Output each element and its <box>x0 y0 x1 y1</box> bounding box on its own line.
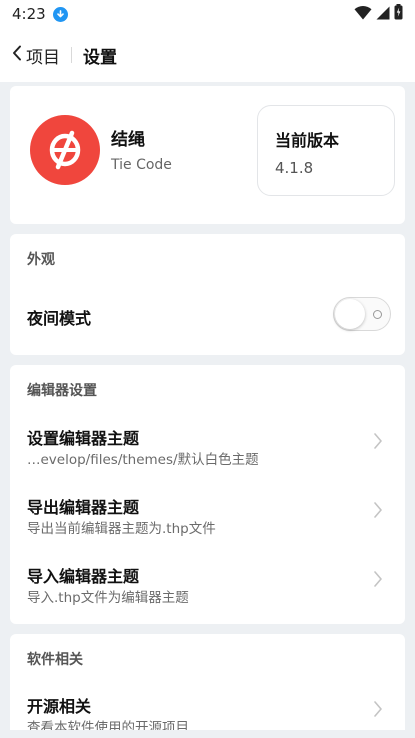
version-box[interactable]: 当前版本 4.1.8 <box>257 105 395 196</box>
version-value: 4.1.8 <box>275 159 314 177</box>
toggle-off-icon <box>373 310 382 319</box>
chevron-right-icon <box>373 570 383 592</box>
section-title-software: 软件相关 <box>27 652 83 668</box>
bottom-edge <box>0 730 415 738</box>
app-bar: 项目 设置 <box>0 28 415 82</box>
app-logo <box>30 115 100 185</box>
app-subtitle: Tie Code <box>111 157 172 173</box>
back-button[interactable]: 项目 <box>12 43 60 68</box>
title-divider <box>71 47 72 63</box>
about-card: 结绳 Tie Code 当前版本 4.1.8 <box>10 86 405 224</box>
section-title-appearance: 外观 <box>27 252 55 268</box>
section-title-editor: 编辑器设置 <box>27 383 97 399</box>
chevron-right-icon <box>373 501 383 523</box>
night-mode-label: 夜间模式 <box>27 309 92 328</box>
editor-settings-card: 编辑器设置 设置编辑器主题 …evelop/files/themes/默认白色主… <box>10 365 405 624</box>
list-item-title: 开源相关 <box>27 697 92 716</box>
list-item-title: 导入编辑器主题 <box>27 567 140 586</box>
appearance-card: 外观 夜间模式 <box>10 234 405 355</box>
status-icons <box>354 4 403 24</box>
list-item-subtitle: 导出当前编辑器主题为.thp文件 <box>27 521 216 537</box>
list-item-subtitle: …evelop/files/themes/默认白色主题 <box>27 452 259 468</box>
status-bar: 4:23 <box>0 0 415 28</box>
list-item-set-editor-theme[interactable]: 设置编辑器主题 …evelop/files/themes/默认白色主题 <box>10 425 405 489</box>
version-label: 当前版本 <box>275 131 340 150</box>
page-title: 设置 <box>83 47 117 68</box>
app-name: 结绳 <box>111 130 145 150</box>
list-item-export-editor-theme[interactable]: 导出编辑器主题 导出当前编辑器主题为.thp文件 <box>10 494 405 558</box>
chevron-left-icon <box>12 45 22 65</box>
chevron-right-icon <box>373 700 383 722</box>
download-notification-icon <box>52 6 68 22</box>
list-item-import-editor-theme[interactable]: 导入编辑器主题 导入.thp文件为编辑器主题 <box>10 563 405 627</box>
software-card: 软件相关 开源相关 查看本软件使用的开源项目 <box>10 634 405 738</box>
night-mode-toggle[interactable] <box>333 297 391 331</box>
battery-icon <box>394 4 403 24</box>
list-item-title: 设置编辑器主题 <box>27 429 140 448</box>
chevron-right-icon <box>373 432 383 454</box>
wifi-icon <box>354 5 372 24</box>
status-time: 4:23 <box>12 5 46 23</box>
list-item-title: 导出编辑器主题 <box>27 498 140 517</box>
cellular-signal-icon <box>376 5 390 24</box>
list-item-subtitle: 导入.thp文件为编辑器主题 <box>27 590 189 606</box>
back-label: 项目 <box>26 47 60 68</box>
toggle-knob <box>335 299 365 329</box>
